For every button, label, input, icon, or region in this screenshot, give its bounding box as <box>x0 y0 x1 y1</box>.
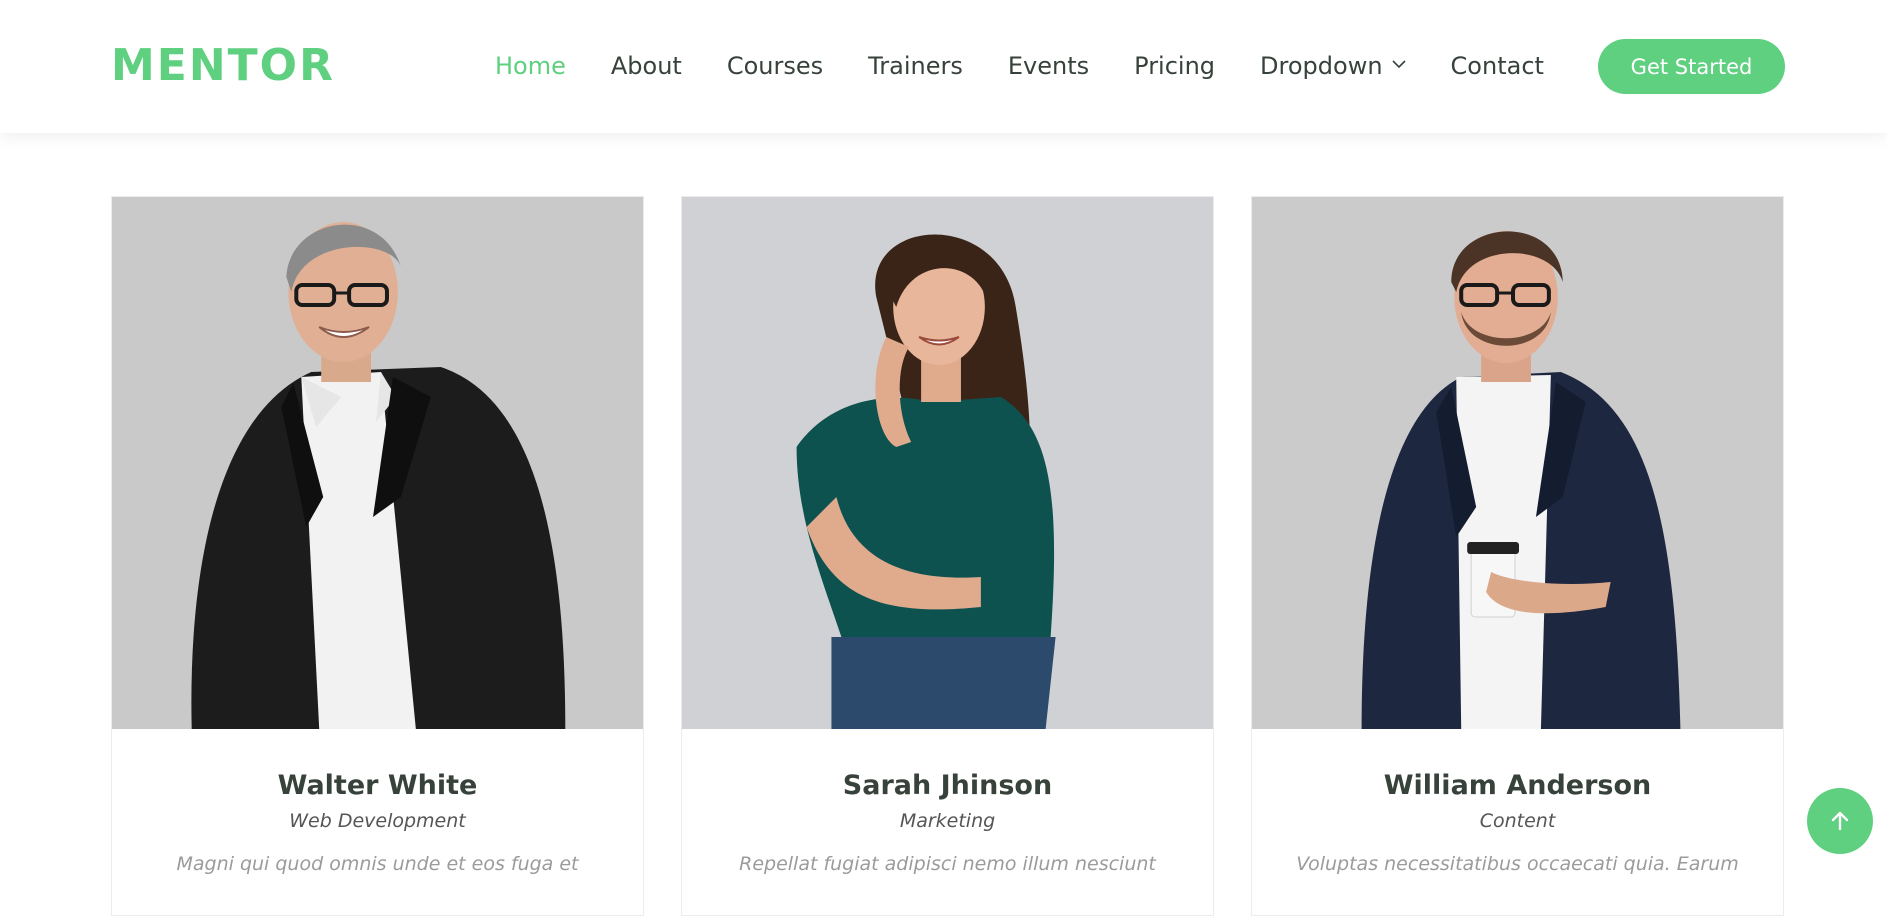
trainer-bio: Voluptas necessitatibus occaecati quia. … <box>1296 853 1739 875</box>
main-nav: Home About Courses Trainers Events Prici… <box>495 44 1544 88</box>
trainer-photo <box>1252 197 1783 729</box>
trainer-name: Walter White <box>277 770 478 801</box>
trainer-bio: Repellat fugiat adipisci nemo illum nesc… <box>739 853 1156 875</box>
nav-dropdown-label: Dropdown <box>1260 52 1383 80</box>
arrow-up-icon <box>1831 811 1849 831</box>
trainer-info: Walter White Web Development Magni qui q… <box>112 729 643 877</box>
nav-events[interactable]: Events <box>1008 52 1089 80</box>
trainer-role: Content <box>1479 810 1556 832</box>
get-started-button[interactable]: Get Started <box>1598 39 1785 94</box>
nav-pricing[interactable]: Pricing <box>1134 52 1215 80</box>
site-header: MENTOR Home About Courses Trainers Event… <box>0 0 1887 133</box>
trainer-card: Sarah Jhinson Marketing Repellat fugiat … <box>681 196 1214 916</box>
trainer-role: Marketing <box>899 810 996 832</box>
trainer-photo <box>682 197 1213 729</box>
trainer-info: Sarah Jhinson Marketing Repellat fugiat … <box>682 729 1213 877</box>
trainer-name: Sarah Jhinson <box>842 770 1053 801</box>
trainer-bio: Magni qui quod omnis unde et eos fuga et <box>176 853 579 875</box>
nav-contact[interactable]: Contact <box>1451 52 1544 80</box>
trainer-photo <box>112 197 643 729</box>
trainer-card: Walter White Web Development Magni qui q… <box>111 196 644 916</box>
nav-home[interactable]: Home <box>495 52 566 80</box>
nav-courses[interactable]: Courses <box>727 52 823 80</box>
chevron-down-icon <box>1391 60 1406 69</box>
nav-about[interactable]: About <box>611 52 682 80</box>
logo[interactable]: MENTOR <box>111 38 335 94</box>
trainer-card: William Anderson Content Voluptas necess… <box>1251 196 1784 916</box>
trainers-section: Walter White Web Development Magni qui q… <box>111 196 1784 916</box>
trainer-info: William Anderson Content Voluptas necess… <box>1252 729 1783 877</box>
nav-trainers[interactable]: Trainers <box>868 52 963 80</box>
trainer-role: Web Development <box>289 810 466 832</box>
back-to-top-button[interactable] <box>1807 788 1873 854</box>
trainer-name: William Anderson <box>1383 770 1652 801</box>
nav-dropdown[interactable]: Dropdown <box>1260 52 1406 80</box>
